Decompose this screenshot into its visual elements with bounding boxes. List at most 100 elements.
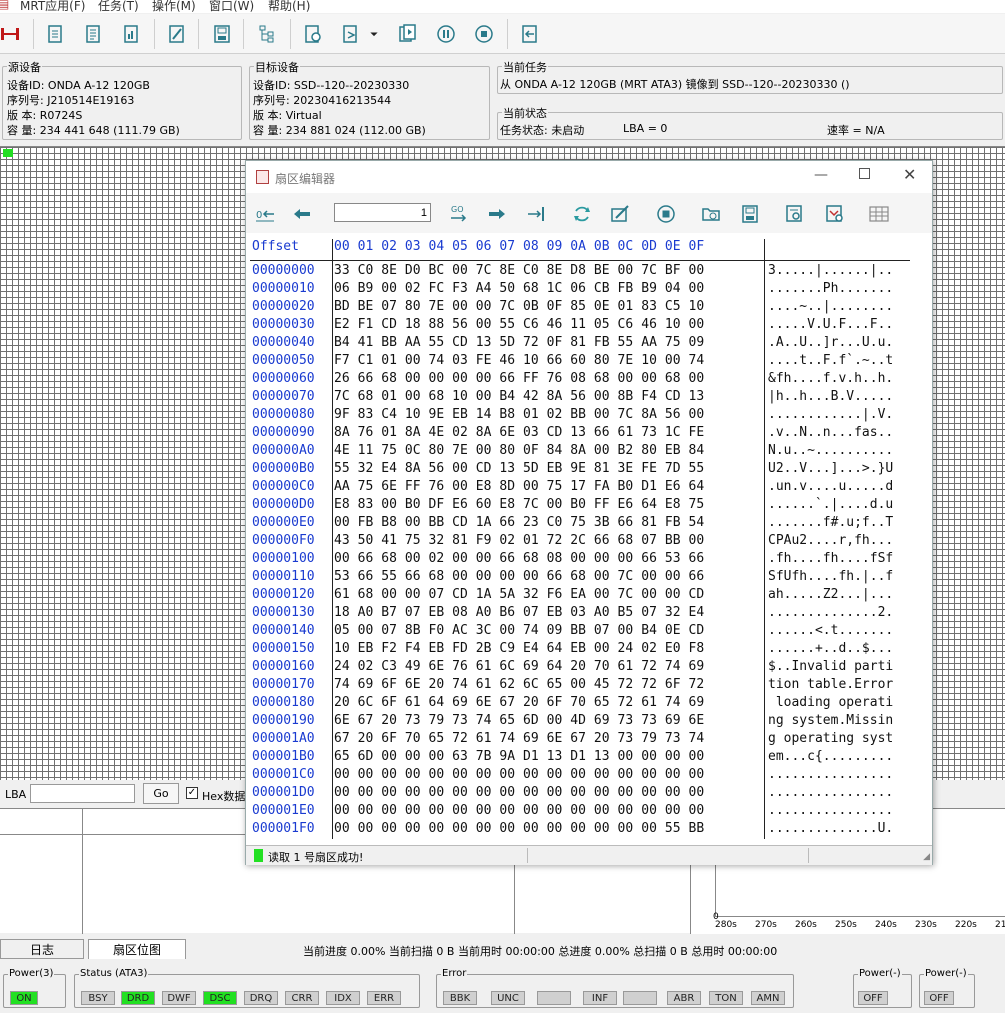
pause-icon[interactable] xyxy=(432,20,460,48)
run-doc-icon[interactable] xyxy=(393,20,421,48)
close-icon[interactable]: ✕ xyxy=(903,165,916,184)
chart-doc-icon[interactable] xyxy=(117,20,145,48)
hex-row-ascii[interactable]: 3.....|......|.. xyxy=(768,263,893,278)
hex-row-ascii[interactable]: ....t..F.f`.~..t xyxy=(768,353,893,368)
stop-read-icon[interactable] xyxy=(653,201,679,227)
hex-row-bytes[interactable]: 53 66 55 66 68 00 00 00 00 66 68 00 7C 0… xyxy=(334,569,704,584)
hex-row-ascii[interactable]: tion table.Error xyxy=(768,677,893,692)
hex-row-bytes[interactable]: E2 F1 CD 18 88 56 00 55 C6 46 11 05 C6 4… xyxy=(334,317,704,332)
hex-row-bytes[interactable]: 6E 67 20 73 79 73 74 65 6D 00 4D 69 73 7… xyxy=(334,713,704,728)
hex-row-ascii[interactable]: g operating syst xyxy=(768,731,893,746)
hex-row-ascii[interactable]: &fh....f.v.h..h. xyxy=(768,371,893,386)
tree-icon[interactable] xyxy=(253,20,281,48)
connect-icon[interactable] xyxy=(0,20,24,48)
write-sector-icon[interactable] xyxy=(607,201,633,227)
hex-row-ascii[interactable]: .fh....fh....fSf xyxy=(768,551,893,566)
hex-row-bytes[interactable]: 74 69 6F 6E 20 74 61 62 6C 65 00 45 72 7… xyxy=(334,677,704,692)
go-button[interactable]: Go xyxy=(143,783,179,804)
hex-row-bytes[interactable]: E8 83 00 B0 DF E6 60 E8 7C 00 B0 FF E6 6… xyxy=(334,497,704,512)
exit-icon[interactable] xyxy=(516,20,544,48)
hex-checkbox[interactable]: ✓ xyxy=(186,787,198,799)
prev-sector-icon[interactable] xyxy=(289,201,315,227)
hex-row-bytes[interactable]: 06 B9 00 02 FC F3 A4 50 68 1C 06 CB FB B… xyxy=(334,281,704,296)
hex-row-ascii[interactable]: SfUfh....fh.|..f xyxy=(768,569,893,584)
hex-row-ascii[interactable]: ......+..d..$... xyxy=(768,641,893,656)
save-icon[interactable] xyxy=(208,20,236,48)
hex-row-bytes[interactable]: AA 75 6E FF 76 00 E8 8D 00 75 17 FA B0 D… xyxy=(334,479,704,494)
hex-row-ascii[interactable]: .un.v....u.....d xyxy=(768,479,893,494)
hex-row-bytes[interactable]: 20 6C 6F 61 64 69 6E 67 20 6F 70 65 72 6… xyxy=(334,695,704,710)
find-next-icon[interactable] xyxy=(822,201,848,227)
find-icon[interactable] xyxy=(782,201,808,227)
search-doc-icon[interactable] xyxy=(337,20,365,48)
hex-row-bytes[interactable]: 33 C0 8E D0 BC 00 7C 8E C0 8E D8 BE 00 7… xyxy=(334,263,704,278)
hex-row-bytes[interactable]: 10 EB F2 F4 EB FD 2B C9 E4 64 EB 00 24 0… xyxy=(334,641,704,656)
first-sector-icon[interactable]: 0 xyxy=(252,201,278,227)
hex-row-ascii[interactable]: ................ xyxy=(768,785,893,800)
hex-row-ascii[interactable]: .......Ph....... xyxy=(768,281,893,296)
hex-row-bytes[interactable]: BD BE 07 80 7E 00 00 7C 0B 0F 85 0E 01 8… xyxy=(334,299,704,314)
open-file-icon[interactable] xyxy=(698,201,724,227)
hex-row-bytes[interactable]: 18 A0 B7 07 EB 08 A0 B6 07 EB 03 A0 B5 0… xyxy=(334,605,704,620)
minimize-icon[interactable]: — xyxy=(814,167,828,183)
hex-row-ascii[interactable]: N.u..~.......... xyxy=(768,443,893,458)
hex-row-ascii[interactable]: ................ xyxy=(768,767,893,782)
goto-sector-icon[interactable]: GO xyxy=(446,201,472,227)
hex-row-ascii[interactable]: ................ xyxy=(768,803,893,818)
hex-row-ascii[interactable]: .......f#.u;f..T xyxy=(768,515,893,530)
hex-row-ascii[interactable]: CPAu2....r,fh... xyxy=(768,533,893,548)
grid-view-icon[interactable] xyxy=(866,201,892,227)
hex-row-bytes[interactable]: 7C 68 01 00 68 10 00 B4 42 8A 56 00 8B F… xyxy=(334,389,704,404)
dropdown-arrow-icon[interactable] xyxy=(366,20,382,48)
hex-row-bytes[interactable]: 67 20 6F 70 65 72 61 74 69 6E 67 20 73 7… xyxy=(334,731,704,746)
menu-task[interactable]: 任务(T) xyxy=(98,0,139,13)
stop-icon[interactable] xyxy=(470,20,498,48)
document-list-icon[interactable] xyxy=(79,20,107,48)
hex-row-bytes[interactable]: 00 00 00 00 00 00 00 00 00 00 00 00 00 0… xyxy=(334,767,704,782)
hex-row-bytes[interactable]: 8A 76 01 8A 4E 02 8A 6E 03 CD 13 66 61 7… xyxy=(334,425,704,440)
scan-icon[interactable] xyxy=(299,20,327,48)
hex-row-ascii[interactable]: $..Invalid parti xyxy=(768,659,893,674)
hex-row-bytes[interactable]: B4 41 BB AA 55 CD 13 5D 72 0F 81 FB 55 A… xyxy=(334,335,704,350)
last-sector-icon[interactable] xyxy=(524,201,550,227)
menu-file[interactable]: MRT应用(F) xyxy=(20,0,85,13)
hex-row-ascii[interactable]: .A..U..]r...U.u. xyxy=(768,335,893,350)
hex-row-ascii[interactable]: .....V.U.F...F.. xyxy=(768,317,893,332)
hex-row-ascii[interactable]: |h..h...B.V..... xyxy=(768,389,893,404)
hex-row-bytes[interactable]: 00 00 00 00 00 00 00 00 00 00 00 00 00 0… xyxy=(334,821,704,836)
document-icon[interactable] xyxy=(41,20,69,48)
tab-sector-map[interactable]: 扇区位图 xyxy=(88,939,186,959)
hex-row-ascii[interactable]: ..............U. xyxy=(768,821,893,836)
hex-row-bytes[interactable]: 00 66 68 00 02 00 00 66 68 08 00 00 00 6… xyxy=(334,551,704,566)
resize-grip-icon[interactable]: ◢ xyxy=(923,852,930,862)
tab-log[interactable]: 日志 xyxy=(0,939,84,959)
hex-row-ascii[interactable]: ............|.V. xyxy=(768,407,893,422)
hex-row-ascii[interactable]: loading operati xyxy=(768,695,893,710)
hex-row-ascii[interactable]: ng system.Missin xyxy=(768,713,893,728)
hex-row-bytes[interactable]: 43 50 41 75 32 81 F9 02 01 72 2C 66 68 0… xyxy=(334,533,704,548)
hex-row-bytes[interactable]: 65 6D 00 00 00 63 7B 9A D1 13 D1 13 00 0… xyxy=(334,749,704,764)
hex-row-ascii[interactable]: em...c{......... xyxy=(768,749,893,764)
menu-help[interactable]: 帮助(H) xyxy=(268,0,310,13)
hex-row-bytes[interactable]: 00 FB B8 00 BB CD 1A 66 23 C0 75 3B 66 8… xyxy=(334,515,704,530)
menu-window[interactable]: 窗口(W) xyxy=(209,0,254,13)
hex-row-ascii[interactable]: ..............2. xyxy=(768,605,893,620)
next-sector-icon[interactable] xyxy=(484,201,510,227)
hex-row-bytes[interactable]: 26 66 68 00 00 00 00 66 FF 76 08 68 00 0… xyxy=(334,371,704,386)
menu-operate[interactable]: 操作(M) xyxy=(152,0,196,13)
hex-row-ascii[interactable]: ah.....Z2...|... xyxy=(768,587,893,602)
sector-number-input[interactable] xyxy=(334,203,431,222)
hex-row-bytes[interactable]: F7 C1 01 00 74 03 FE 46 10 66 60 80 7E 1… xyxy=(334,353,704,368)
hex-row-bytes[interactable]: 61 68 00 00 07 CD 1A 5A 32 F6 EA 00 7C 0… xyxy=(334,587,704,602)
hex-row-ascii[interactable]: ......`.|....d.u xyxy=(768,497,893,512)
hex-row-bytes[interactable]: 00 00 00 00 00 00 00 00 00 00 00 00 00 0… xyxy=(334,803,704,818)
save-sector-icon[interactable] xyxy=(737,201,763,227)
hex-row-ascii[interactable]: ......<.t....... xyxy=(768,623,893,638)
hex-row-ascii[interactable]: .v..N..n...fas.. xyxy=(768,425,893,440)
hex-row-bytes[interactable]: 00 00 00 00 00 00 00 00 00 00 00 00 00 0… xyxy=(334,785,704,800)
hex-row-ascii[interactable]: U2..V...]...>.}U xyxy=(768,461,893,476)
refresh-icon[interactable] xyxy=(569,201,595,227)
hex-view[interactable]: Offset 00 01 02 03 04 05 06 07 08 09 0A … xyxy=(250,235,930,843)
hex-row-bytes[interactable]: 4E 11 75 0C 80 7E 00 80 0F 84 8A 00 B2 8… xyxy=(334,443,704,458)
hex-row-ascii[interactable]: ....~..|........ xyxy=(768,299,893,314)
